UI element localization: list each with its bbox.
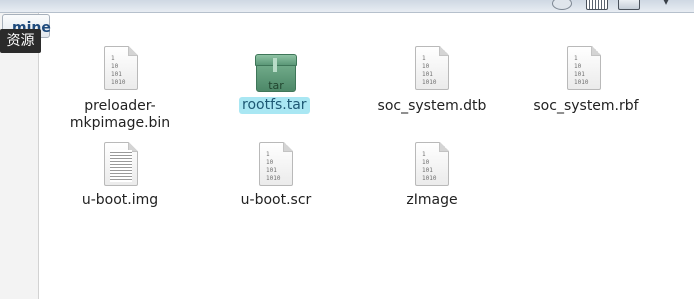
file-item-soc-system-dtb[interactable]: 1 10 101 1010 soc_system.dtb bbox=[372, 46, 492, 116]
binary-file-icon: 1 10 101 1010 bbox=[567, 46, 601, 90]
binary-file-icon: 1 10 101 1010 bbox=[259, 142, 293, 186]
page-fold bbox=[439, 46, 449, 56]
file-name: soc_system.dtb bbox=[377, 98, 487, 114]
text-lines bbox=[110, 150, 132, 182]
binary-glyph: 1 10 101 1010 bbox=[266, 151, 281, 182]
sidebar bbox=[0, 13, 39, 299]
disc-icon[interactable] bbox=[552, 0, 572, 10]
file-name: zImage bbox=[406, 192, 458, 208]
file-item-soc-system-rbf[interactable]: 1 10 101 1010 soc_system.rbf bbox=[526, 46, 646, 116]
text-file-icon bbox=[104, 142, 138, 186]
file-name: rootfs.tar bbox=[239, 97, 310, 114]
binary-glyph: 1 10 101 1010 bbox=[422, 55, 437, 86]
dropdown-arrow-icon[interactable]: ▾ bbox=[656, 0, 676, 8]
binary-glyph: 1 10 101 1010 bbox=[111, 55, 126, 86]
file-name: u-boot.img bbox=[81, 192, 159, 208]
file-name-line2: mkpimage.bin bbox=[69, 115, 171, 131]
binary-file-icon: 1 10 101 1010 bbox=[415, 46, 449, 90]
file-name: preloader- bbox=[84, 98, 156, 114]
file-item-u-boot-scr[interactable]: 1 10 101 1010 u-boot.scr bbox=[216, 142, 336, 212]
binary-file-icon: 1 10 101 1010 bbox=[415, 142, 449, 186]
binary-glyph: 1 10 101 1010 bbox=[574, 55, 589, 86]
screen-icon[interactable] bbox=[618, 0, 640, 10]
file-item-rootfs[interactable]: tar rootfs.tar bbox=[220, 46, 330, 116]
file-item-u-boot-img[interactable]: u-boot.img bbox=[60, 142, 180, 212]
binary-glyph: 1 10 101 1010 bbox=[422, 151, 437, 182]
file-item-zimage[interactable]: 1 10 101 1010 zImage bbox=[372, 142, 492, 212]
page-fold bbox=[283, 142, 293, 152]
file-item-preloader[interactable]: 1 10 101 1010 preloader- mkpimage.bin bbox=[60, 46, 180, 136]
keyboard-icon[interactable] bbox=[586, 0, 608, 10]
file-name: soc_system.rbf bbox=[533, 98, 639, 114]
tar-badge: tar bbox=[268, 79, 284, 92]
top-toolbar: ▾ bbox=[0, 0, 694, 13]
binary-file-icon: 1 10 101 1010 bbox=[104, 46, 138, 90]
tooltip: 资源 bbox=[0, 29, 41, 53]
page-fold bbox=[591, 46, 601, 56]
file-manager-window: ▾ mine 资源 1 10 101 1010 preloader- mkpim… bbox=[0, 0, 694, 299]
tar-archive-icon: tar bbox=[255, 54, 297, 92]
file-name: u-boot.scr bbox=[240, 192, 312, 208]
page-fold bbox=[128, 46, 138, 56]
page-fold bbox=[439, 142, 449, 152]
tar-tape bbox=[273, 58, 277, 72]
